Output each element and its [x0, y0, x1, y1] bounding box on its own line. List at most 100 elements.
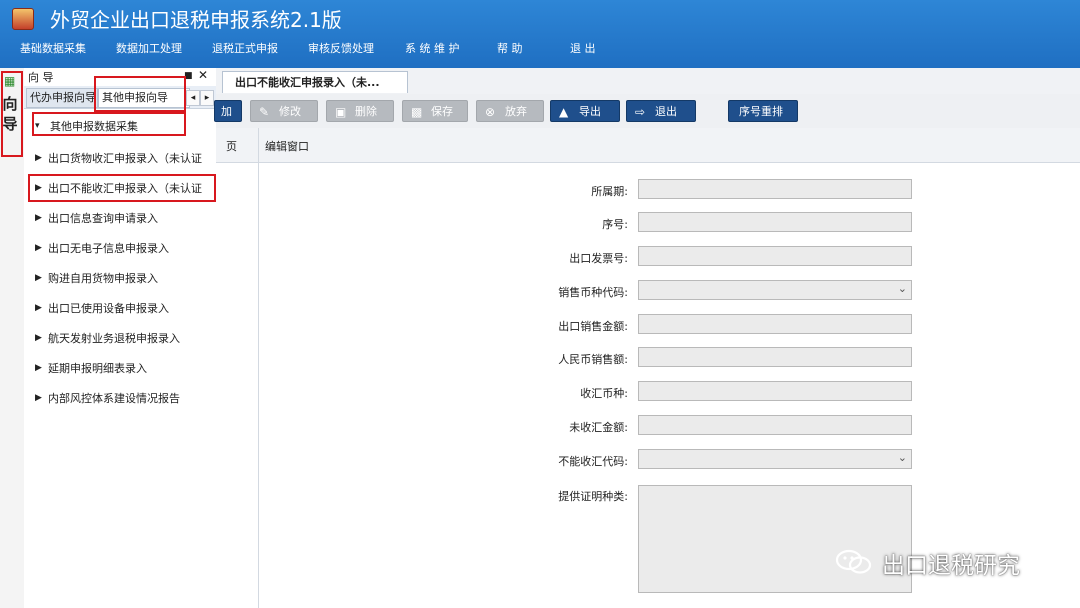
menu-data-processing[interactable]: 数据加工处理: [116, 40, 182, 56]
expand-icon: ▶: [35, 273, 42, 283]
toolbar: 加 ✎ 修改 ▣ 删除 ▩ 保存 ⊗ 放弃 ▲ 导出 ⇨ 退出 序号重排: [214, 94, 1080, 128]
period-field[interactable]: [638, 179, 912, 199]
highlight-box: [94, 76, 186, 112]
chevron-down-icon: ⌄: [897, 451, 907, 464]
side-tab-label: 向导: [2, 95, 18, 133]
save-label: 保存: [431, 105, 453, 118]
tree-item[interactable]: ▶ 内部风控体系建设情况报告: [30, 384, 216, 414]
highlight-box: [28, 174, 216, 202]
currency-code-select[interactable]: ⌄: [638, 280, 912, 300]
proof-type-textarea[interactable]: [638, 485, 912, 593]
seq-label: 序号:: [602, 218, 628, 231]
rmb-amount-label: 人民币销售额:: [558, 353, 628, 366]
export-icon: ▲: [559, 105, 569, 119]
expand-icon: ▶: [35, 213, 42, 223]
tree-item[interactable]: ▶ 出口无电子信息申报录入: [30, 234, 216, 264]
expand-icon: ▶: [35, 303, 42, 313]
export-amount-field[interactable]: [638, 314, 912, 334]
tab-scroll-right-icon[interactable]: ▸: [200, 90, 214, 106]
guide-title: 向 导: [28, 71, 54, 84]
edit-button[interactable]: ✎ 修改: [250, 100, 318, 122]
invoice-field[interactable]: [638, 246, 912, 266]
reorder-button[interactable]: 序号重排: [728, 100, 798, 122]
cannot-code-select[interactable]: ⌄: [638, 449, 912, 469]
watermark-text: 出口退税研究: [882, 553, 1020, 579]
tree-item[interactable]: ▶ 出口货物收汇申报录入（未认证: [30, 144, 216, 174]
expand-icon: ▶: [35, 243, 42, 253]
edit-form: 所属期: 序号: 出口发票号: 销售币种代码: ⌄ 出口销售金额: 人民币销售额…: [259, 163, 1080, 608]
add-label: 加: [221, 105, 232, 118]
unrecv-amount-field[interactable]: [638, 415, 912, 435]
edit-icon: ✎: [259, 105, 270, 119]
save-button[interactable]: ▩ 保存: [402, 100, 468, 122]
discard-button[interactable]: ⊗ 放弃: [476, 100, 544, 122]
tree-item-label: 出口货物收汇申报录入（未认证: [48, 152, 202, 165]
export-button[interactable]: ▲ 导出: [550, 100, 620, 122]
edit-label: 修改: [279, 105, 301, 118]
delete-label: 删除: [355, 105, 377, 118]
page-column: 页: [216, 128, 259, 608]
unrecv-amount-label: 未收汇金额:: [569, 421, 628, 434]
tree-item-label: 出口已使用设备申报录入: [48, 302, 169, 315]
tree-item[interactable]: ▶ 出口信息查询申请录入: [30, 204, 216, 234]
guide-panel: 向 导 ■ ✕ 代办申报向导 其他申报向导 ◂ ▸ ▾ 其他申报数据采集 ▶ 出…: [24, 68, 217, 608]
seq-field[interactable]: [638, 212, 912, 232]
recv-currency-label: 收汇币种:: [580, 387, 628, 400]
tree-item-label: 出口无电子信息申报录入: [48, 242, 169, 255]
tree-item-label: 购进自用货物申报录入: [48, 272, 158, 285]
guide-side-tab[interactable]: ▦ 向导: [0, 68, 25, 608]
tab-scroll-left-icon[interactable]: ◂: [186, 90, 200, 106]
menu-bar: 基础数据采集 数据加工处理 退税正式申报 审核反馈处理 系 统 维 护 帮 助 …: [0, 38, 1080, 58]
wechat-icon: [835, 549, 872, 574]
save-icon: ▩: [411, 105, 423, 119]
menu-review-feedback[interactable]: 审核反馈处理: [308, 40, 374, 56]
tab-agent-guide[interactable]: 代办申报向导: [26, 88, 98, 108]
period-label: 所属期:: [591, 185, 628, 198]
document-tabstrip: 出口不能收汇申报录入（未...: [216, 68, 1080, 95]
guide-icon: ▦: [4, 74, 16, 88]
trash-icon: ▣: [335, 105, 347, 119]
recv-currency-field[interactable]: [638, 381, 912, 401]
tree-item-label: 内部风控体系建设情况报告: [48, 392, 180, 405]
tree-item-label: 航天发射业务退税申报录入: [48, 332, 180, 345]
cancel-icon: ⊗: [485, 105, 496, 119]
page-label: 页: [226, 140, 237, 153]
proof-type-label: 提供证明种类:: [558, 490, 628, 503]
exit-button[interactable]: ⇨ 退出: [626, 100, 696, 122]
edit-window-header: 编辑窗口: [259, 128, 1080, 163]
menu-formal-declaration[interactable]: 退税正式申报: [212, 40, 278, 56]
app-title: 外贸企业出口退税申报系统2.1版: [50, 8, 342, 32]
expand-icon: ▶: [35, 393, 42, 403]
currency-code-label: 销售币种代码:: [558, 286, 628, 299]
exit-label: 退出: [655, 105, 677, 118]
chevron-down-icon: ⌄: [897, 282, 907, 295]
add-button[interactable]: 加: [214, 100, 242, 122]
highlight-box: [32, 112, 186, 136]
delete-button[interactable]: ▣ 删除: [326, 100, 394, 122]
tree-item-label: 出口信息查询申请录入: [48, 212, 158, 225]
edit-window-title: 编辑窗口: [265, 140, 309, 153]
expand-icon: ▶: [35, 153, 42, 163]
app-icon: [12, 8, 34, 30]
tree-item[interactable]: ▶ 航天发射业务退税申报录入: [30, 324, 216, 354]
title-bar: 外贸企业出口退税申报系统2.1版 基础数据采集 数据加工处理 退税正式申报 审核…: [0, 0, 1080, 68]
tab-unable-receipt-entry[interactable]: 出口不能收汇申报录入（未...: [222, 71, 408, 93]
expand-icon: ▶: [35, 333, 42, 343]
menu-system-maintenance[interactable]: 系 统 维 护: [405, 40, 460, 56]
invoice-label: 出口发票号:: [569, 252, 628, 265]
exit-icon: ⇨: [635, 105, 646, 119]
page-column-header: 页: [216, 128, 258, 163]
export-amount-label: 出口销售金额:: [558, 320, 628, 333]
cannot-code-label: 不能收汇代码:: [558, 455, 628, 468]
menu-exit[interactable]: 退 出: [570, 40, 596, 56]
tree-item[interactable]: ▶ 出口已使用设备申报录入: [30, 294, 216, 324]
rmb-amount-field[interactable]: [638, 347, 912, 367]
tree-item-label: 延期申报明细表录入: [48, 362, 147, 375]
tree-item[interactable]: ▶ 购进自用货物申报录入: [30, 264, 216, 294]
tree-item[interactable]: ▶ 延期申报明细表录入: [30, 354, 216, 384]
discard-label: 放弃: [505, 105, 527, 118]
menu-help[interactable]: 帮 助: [497, 40, 523, 56]
menu-data-collection[interactable]: 基础数据采集: [20, 40, 86, 56]
close-icon[interactable]: ✕: [198, 68, 208, 82]
export-label: 导出: [579, 105, 601, 118]
